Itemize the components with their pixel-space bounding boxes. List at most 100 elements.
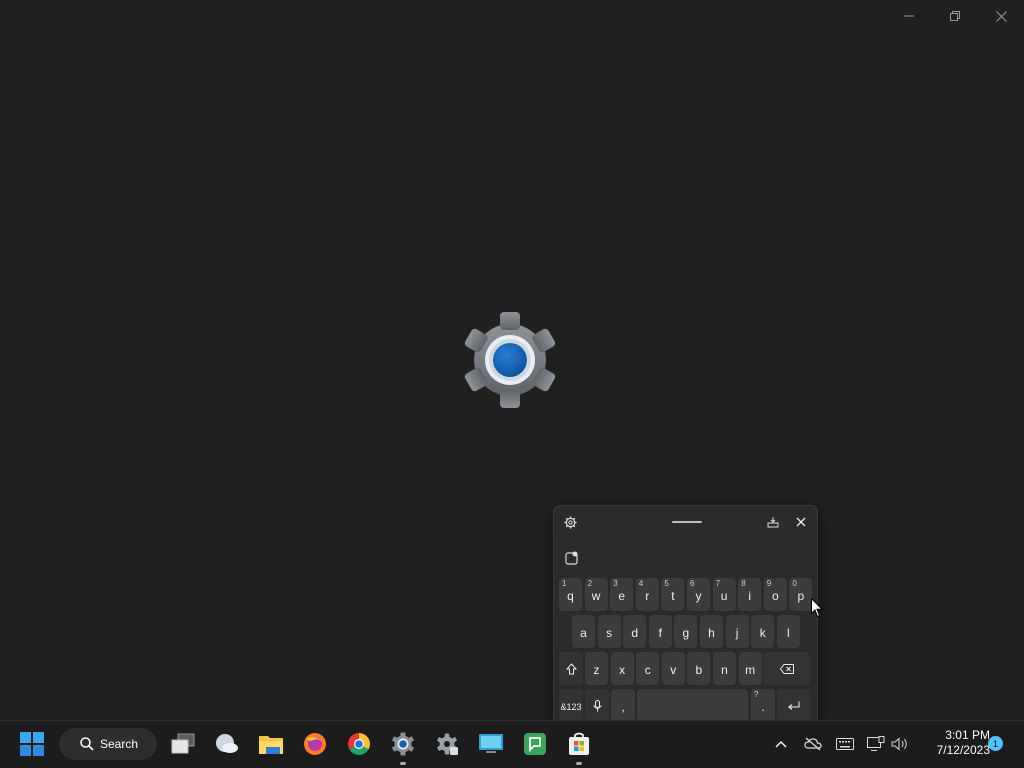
key-hint: 0 [792, 579, 797, 588]
key-label: v [670, 662, 677, 677]
shift-key[interactable] [559, 652, 583, 685]
restore-button[interactable] [932, 0, 978, 32]
onedrive-button[interactable] [803, 734, 823, 754]
task-view-button[interactable] [165, 726, 201, 762]
network-button[interactable] [866, 734, 886, 754]
key-q[interactable]: 1q [559, 578, 582, 611]
keyboard-settings-button[interactable] [562, 514, 578, 530]
space-key[interactable] [637, 689, 748, 722]
key-label: z [593, 662, 600, 677]
chevron-up-icon [775, 741, 787, 748]
key-y[interactable]: 6y [687, 578, 710, 611]
microsoft-store-button[interactable] [561, 726, 597, 765]
key-v[interactable]: v [661, 652, 685, 685]
volume-button[interactable] [890, 734, 910, 754]
notification-badge[interactable]: 1 [988, 736, 1003, 751]
microsoft-store-icon [569, 732, 589, 755]
period-key[interactable]: ? . [751, 689, 775, 722]
key-label: b [695, 662, 703, 677]
start-button[interactable] [14, 726, 50, 762]
key-u[interactable]: 7u [712, 578, 736, 611]
key-hint: 7 [715, 579, 721, 588]
onedrive-icon [804, 737, 822, 751]
settings-button[interactable] [385, 726, 421, 765]
minimize-button[interactable] [886, 0, 932, 32]
key-k[interactable]: k [751, 615, 775, 648]
remote-desktop-button[interactable] [473, 726, 509, 762]
file-explorer-button[interactable] [253, 726, 289, 762]
key-s[interactable]: s [597, 615, 621, 648]
key-label: c [644, 662, 651, 677]
key-label: t [671, 588, 675, 603]
backspace-key[interactable] [763, 652, 810, 685]
symbols-key[interactable]: &123 [559, 689, 583, 722]
dictation-key[interactable] [585, 689, 609, 722]
enter-icon [787, 701, 800, 710]
key-d[interactable]: d [623, 615, 647, 648]
key-x[interactable]: x [610, 652, 634, 685]
key-r[interactable]: 4r [635, 578, 659, 611]
key-hint: 4 [638, 579, 644, 588]
key-n[interactable]: n [713, 652, 736, 685]
key-hint: 6 [690, 579, 695, 588]
key-b[interactable]: b [687, 652, 711, 685]
key-j[interactable]: j [725, 615, 749, 648]
search-label: Search [100, 737, 139, 751]
keyboard-drag-handle[interactable] [672, 521, 702, 523]
weather-icon [216, 734, 238, 753]
key-label: w [591, 588, 601, 603]
chrome-button[interactable] [341, 726, 377, 762]
touch-keyboard-button[interactable] [835, 734, 855, 754]
firefox-button[interactable] [297, 726, 333, 762]
key-h[interactable]: h [700, 615, 723, 648]
key-l[interactable]: l [776, 615, 800, 648]
close-button[interactable] [978, 0, 1024, 32]
enter-key[interactable] [777, 689, 810, 722]
key-c[interactable]: c [636, 652, 660, 685]
chat-icon [524, 733, 546, 755]
running-indicator [576, 762, 582, 765]
remote-desktop-icon [479, 734, 503, 753]
key-f[interactable]: f [648, 615, 672, 648]
settings-gear-icon [464, 312, 556, 408]
mouse-cursor [811, 598, 823, 618]
key-o[interactable]: 9o [763, 578, 787, 611]
running-indicator [400, 762, 406, 765]
key-label: e [618, 588, 626, 603]
chat-button[interactable] [517, 726, 553, 762]
key-label: n [721, 662, 728, 677]
key-t[interactable]: 5t [661, 578, 685, 611]
microphone-icon [592, 699, 602, 711]
key-p[interactable]: 0p [789, 578, 813, 611]
emoji-icon[interactable] [565, 551, 579, 565]
key-label: i [748, 588, 752, 603]
key-label: r [645, 588, 650, 603]
start-icon [20, 732, 44, 756]
chrome-icon [348, 733, 370, 755]
key-a[interactable]: a [572, 615, 595, 648]
key-w[interactable]: 2w [584, 578, 608, 611]
key-label: y [695, 588, 702, 603]
restore-icon [950, 11, 960, 21]
gear-icon [563, 515, 577, 529]
taskbar-search[interactable]: Search [59, 728, 157, 760]
keyboard-close-button[interactable] [793, 514, 809, 530]
backspace-icon [779, 663, 794, 674]
settings-alt-button[interactable] [429, 726, 465, 762]
key-g[interactable]: g [674, 615, 698, 648]
key-e[interactable]: 3e [610, 578, 634, 611]
key-m[interactable]: m [738, 652, 762, 685]
show-hidden-icons-button[interactable] [771, 734, 791, 754]
touch-keyboard: &123 , ? . 1q2w3e4r5t6y7u8i9o0pasdfghjkl… [553, 505, 818, 728]
key-i[interactable]: 8i [738, 578, 762, 611]
key-hint: 1 [562, 579, 567, 588]
keyboard-dock-button[interactable] [765, 514, 781, 530]
key-label: p [797, 588, 805, 603]
key-hint: 2 [587, 579, 593, 588]
taskbar-clock[interactable]: 3:01 PM 7/12/2023 [918, 728, 990, 758]
key-z[interactable]: z [585, 652, 608, 685]
weather-button[interactable] [209, 726, 245, 762]
comma-key[interactable]: , [611, 689, 635, 722]
key-label: q [567, 588, 574, 603]
key-hint: 8 [741, 579, 746, 588]
